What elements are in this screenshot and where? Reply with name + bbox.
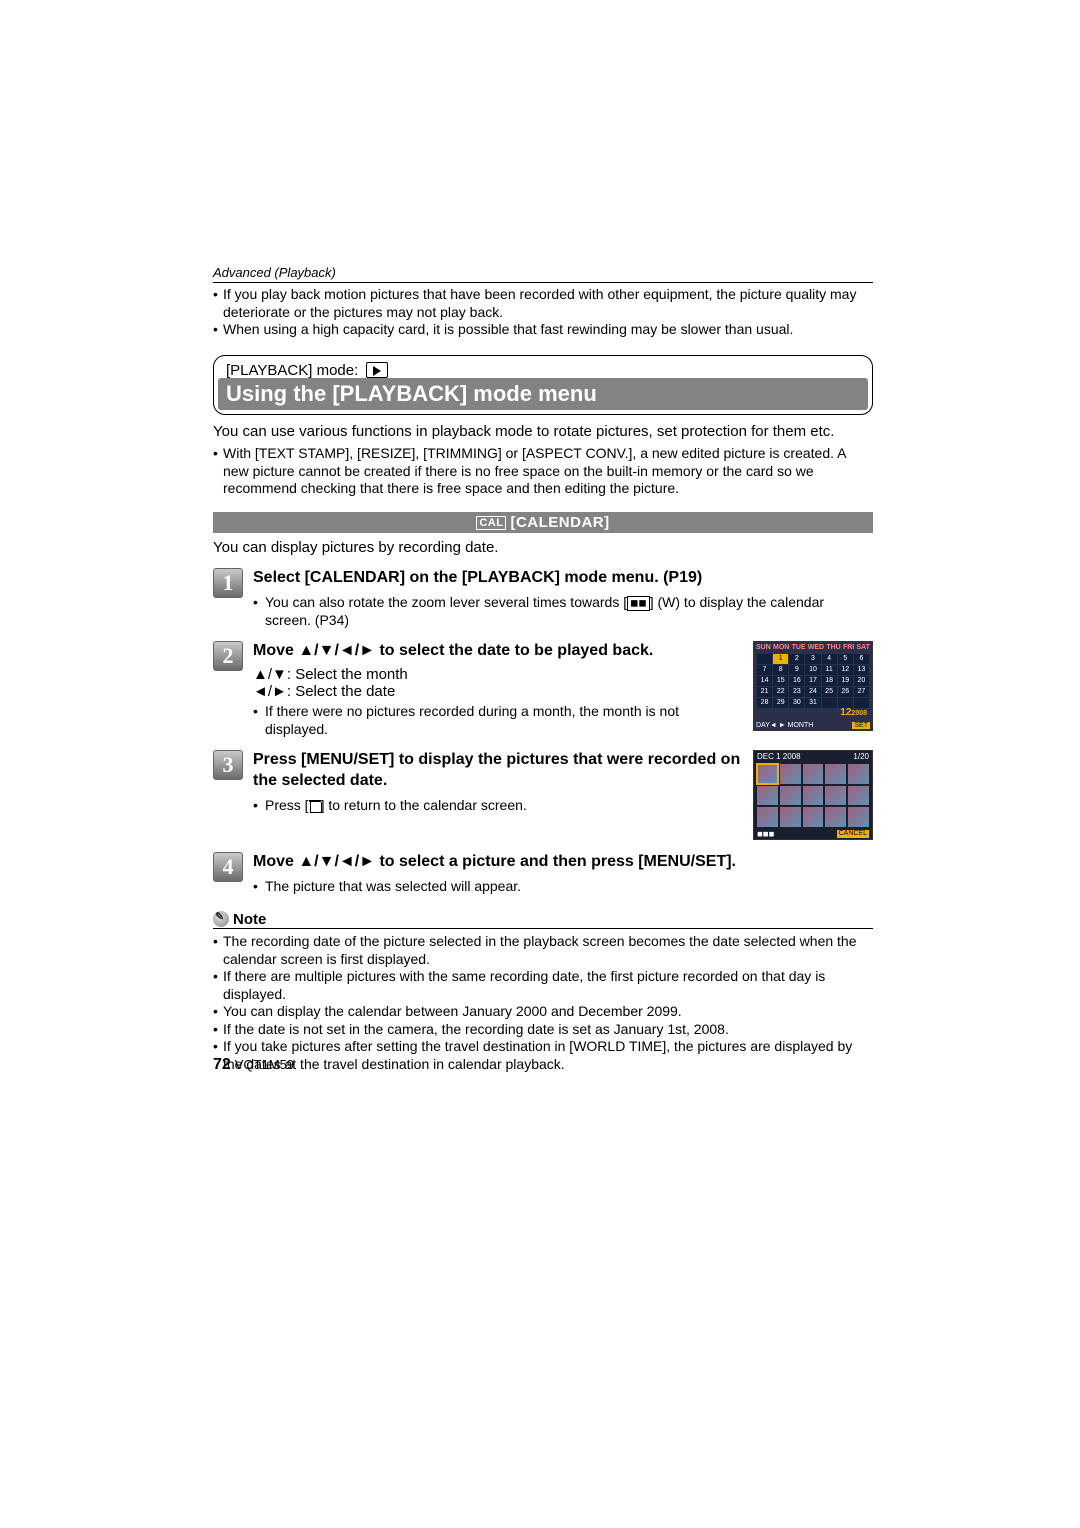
dpad-arrows-icon: ▲/▼/◄/► <box>298 853 375 870</box>
note-heading: Note <box>213 911 873 929</box>
step-detail: Press [ ] to return to the calendar scree… <box>253 796 743 814</box>
step-detail: If there were no pictures recorded durin… <box>253 702 743 738</box>
text: to select the date to be played back. <box>375 642 653 659</box>
feature-description: You can display pictures by recording da… <box>213 539 873 556</box>
feature-name: [CALENDAR] <box>510 514 609 531</box>
note-item: You can display the calendar between Jan… <box>213 1003 873 1021</box>
intro-bullets: With [TEXT STAMP], [RESIZE], [TRIMMING] … <box>213 445 873 498</box>
text: : Select the date <box>287 683 395 700</box>
multi-display-icon: ◼◼ <box>627 596 650 611</box>
calendar-screen-illustration: SUNMONTUEWEDTHUFRISAT 123456 78910111213… <box>753 641 873 731</box>
control-hint: ◄/►: Select the date <box>253 683 743 700</box>
note-item: If the date is not set in the camera, th… <box>213 1021 873 1039</box>
top-note: When using a high capacity card, it is p… <box>213 321 873 339</box>
top-note: If you play back motion pictures that ha… <box>213 286 873 321</box>
updown-arrows-icon: ▲/▼ <box>253 666 287 683</box>
step-detail: You can also rotate the zoom lever sever… <box>253 593 873 629</box>
page-number: 72 <box>213 1056 231 1073</box>
mode-bar: [PLAYBACK] mode: Using the [PLAYBACK] mo… <box>213 355 873 415</box>
note-item: If there are multiple pictures with the … <box>213 968 873 1003</box>
text: Press [ <box>265 797 309 813</box>
mode-label: [PLAYBACK] mode: <box>226 362 358 379</box>
text: ] to return to the calendar screen. <box>321 797 527 813</box>
page-title: Using the [PLAYBACK] mode menu <box>218 378 868 410</box>
calendar-badge-icon: CAL <box>476 516 506 530</box>
step-2: 2 Move ▲/▼/◄/► to select the date to be … <box>213 641 873 738</box>
thumbnail-screen-illustration: DEC 1 20081/20 ◼◼◼CANCEL <box>753 750 873 840</box>
control-hint: ▲/▼: Select the month <box>253 666 743 683</box>
step-number: 1 <box>213 568 243 598</box>
note-icon <box>213 911 229 927</box>
text: to select a picture and then press [MENU… <box>375 853 736 870</box>
text: Move <box>253 642 298 659</box>
text: : Select the month <box>287 666 408 683</box>
note-item: The recording date of the picture select… <box>213 933 873 968</box>
text: You can also rotate the zoom lever sever… <box>265 594 627 610</box>
section-header: Advanced (Playback) <box>213 265 873 283</box>
intro-bullet: With [TEXT STAMP], [RESIZE], [TRIMMING] … <box>213 445 873 498</box>
step-title: Move ▲/▼/◄/► to select the date to be pl… <box>253 641 743 662</box>
notes-list: The recording date of the picture select… <box>213 933 873 1073</box>
leftright-arrows-icon: ◄/► <box>253 683 287 700</box>
step-4: 4 Move ▲/▼/◄/► to select a picture and t… <box>213 852 873 895</box>
manual-page: Advanced (Playback) If you play back mot… <box>213 265 873 1073</box>
intro-text: You can use various functions in playbac… <box>213 423 873 442</box>
doc-code: VQT1M59 <box>235 1057 294 1072</box>
feature-header: CAL [CALENDAR] <box>213 512 873 533</box>
step-title: Select [CALENDAR] on the [PLAYBACK] mode… <box>253 568 873 589</box>
text: Move <box>253 853 298 870</box>
dpad-arrows-icon: ▲/▼/◄/► <box>298 642 375 659</box>
step-title: Move ▲/▼/◄/► to select a picture and the… <box>253 852 873 873</box>
step-number: 2 <box>213 641 243 671</box>
playback-icon <box>366 362 388 378</box>
step-number: 4 <box>213 852 243 882</box>
step-title: Press [MENU/SET] to display the pictures… <box>253 750 743 792</box>
trash-icon <box>309 799 321 812</box>
top-notes-list: If you play back motion pictures that ha… <box>213 286 873 339</box>
page-footer: 72 VQT1M59 <box>213 1056 294 1074</box>
step-detail: The picture that was selected will appea… <box>253 877 873 895</box>
note-item: If you take pictures after setting the t… <box>213 1038 873 1073</box>
step-1: 1 Select [CALENDAR] on the [PLAYBACK] mo… <box>213 568 873 629</box>
note-label: Note <box>233 911 266 928</box>
step-3: 3 Press [MENU/SET] to display the pictur… <box>213 750 873 840</box>
step-number: 3 <box>213 750 243 780</box>
